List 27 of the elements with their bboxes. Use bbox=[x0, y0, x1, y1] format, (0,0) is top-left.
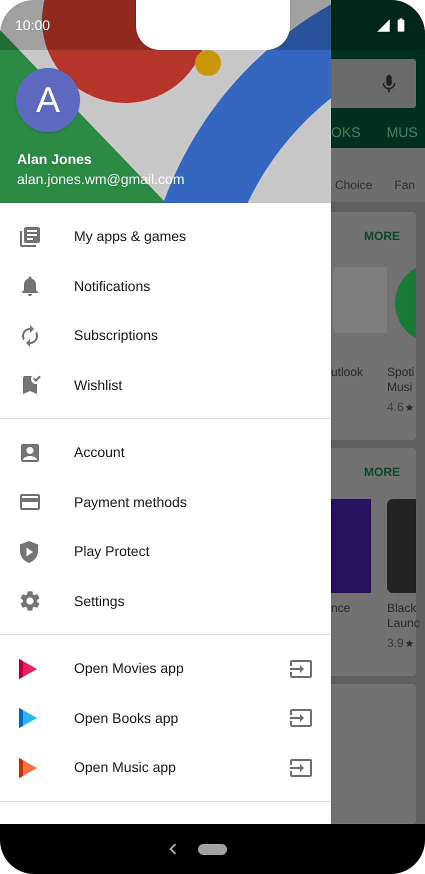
menu-item[interactable]: Wishlist bbox=[0, 360, 331, 410]
account-name: Alan Jones bbox=[17, 150, 93, 169]
menu-item[interactable]: Settings bbox=[0, 576, 331, 626]
app-logo-icon bbox=[18, 756, 38, 779]
menu-item[interactable]: Open Books app bbox=[0, 694, 331, 743]
menu-item[interactable]: Play Protect bbox=[0, 527, 331, 576]
library-icon bbox=[18, 224, 42, 249]
signal-icon bbox=[376, 18, 391, 32]
rating: 3.9 bbox=[387, 635, 404, 652]
menu-item[interactable]: Payment methods bbox=[0, 478, 331, 527]
menu-item[interactable]: Subscriptions bbox=[0, 311, 331, 360]
star-icon bbox=[404, 402, 414, 412]
menu-item[interactable]: Notifications bbox=[0, 262, 331, 311]
shield-icon bbox=[18, 540, 40, 564]
menu-item[interactable]: Open Movies app bbox=[0, 644, 331, 694]
menu-item[interactable]: Open Music app bbox=[0, 743, 331, 792]
home-button[interactable] bbox=[198, 844, 227, 854]
search-field[interactable] bbox=[331, 59, 416, 108]
star-icon bbox=[404, 638, 414, 648]
app-logo-icon bbox=[18, 707, 38, 730]
app-title: nce bbox=[331, 601, 352, 616]
app-title: utlook bbox=[331, 365, 364, 380]
menu-item[interactable]: Account bbox=[0, 428, 331, 478]
app-logo-icon bbox=[18, 658, 38, 680]
menu-item[interactable]: My apps & games bbox=[0, 212, 331, 262]
app-title: Spoti Musi bbox=[387, 365, 416, 395]
settings-icon bbox=[18, 589, 42, 614]
